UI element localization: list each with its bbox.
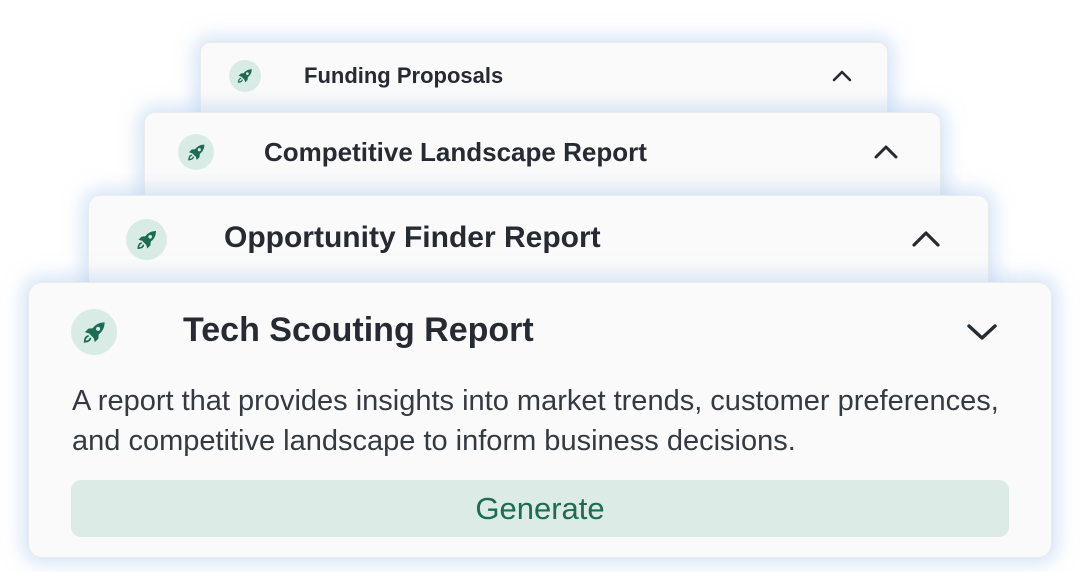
chevron-up-icon[interactable] [871, 137, 901, 167]
card-description: A report that provides insights into mar… [72, 385, 999, 457]
report-card-opportunity-finder[interactable]: Opportunity Finder Report [88, 195, 989, 295]
chevron-up-icon[interactable] [909, 222, 943, 256]
card-title: Opportunity Finder Report [224, 221, 601, 254]
rocket-icon [178, 134, 214, 170]
chevron-up-icon[interactable] [829, 63, 855, 89]
card-title: Funding Proposals [304, 63, 504, 88]
rocket-icon [71, 309, 117, 355]
rocket-icon [229, 60, 261, 92]
generate-button[interactable]: Generate [71, 480, 1009, 537]
chevron-down-icon[interactable] [963, 313, 1001, 351]
report-card-competitive-landscape[interactable]: Competitive Landscape Report [144, 112, 941, 207]
report-card-stack: Funding Proposals Competitive Landscape … [0, 0, 1080, 572]
report-card-tech-scouting[interactable]: Tech Scouting Report A report that provi… [28, 282, 1052, 558]
card-title: Competitive Landscape Report [264, 137, 647, 167]
report-card-funding-proposals[interactable]: Funding Proposals [200, 42, 888, 122]
card-title: Tech Scouting Report [183, 311, 534, 349]
rocket-icon [126, 219, 167, 260]
